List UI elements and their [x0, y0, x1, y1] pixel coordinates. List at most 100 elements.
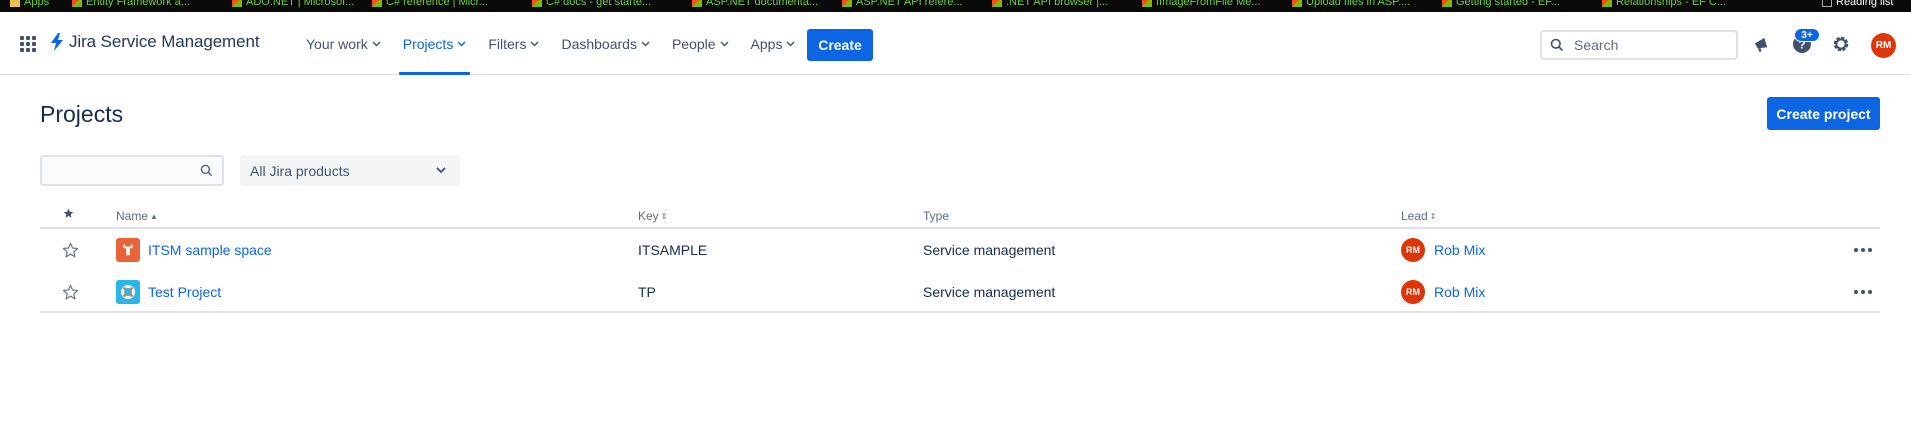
user-avatar[interactable]: RM — [1871, 33, 1896, 58]
projects-table: Name ▲ Key ⇕ Type Lead ⇕ ITSM sample space … — [40, 205, 1880, 313]
lead-link[interactable]: Rob Mix — [1434, 284, 1485, 300]
primary-nav: Your work Projects Filters Dashboards Pe… — [302, 12, 813, 75]
lead-link[interactable]: Rob Mix — [1434, 242, 1485, 258]
nav-apps[interactable]: Apps — [747, 12, 800, 75]
wrench-icon — [116, 238, 140, 262]
nav-people[interactable]: People — [668, 12, 733, 75]
nav-filters[interactable]: Filters — [484, 12, 543, 75]
bookmark-item[interactable]: C# reference | Micr... — [372, 0, 488, 9]
settings-button[interactable] — [1829, 32, 1853, 56]
search-icon — [1550, 38, 1564, 52]
chevron-down-icon — [786, 41, 795, 46]
chevron-down-icon — [641, 41, 650, 46]
bookmark-item[interactable]: ADO.NET | Microsof... — [232, 0, 354, 9]
star-filled-icon — [63, 208, 74, 218]
product-name: Jira Service Management — [69, 32, 260, 51]
star-button[interactable] — [62, 271, 79, 313]
microsoft-icon — [1602, 0, 1612, 7]
star-outline-icon — [62, 242, 79, 257]
gear-icon — [1833, 36, 1849, 52]
bookmark-item[interactable]: ASP.NET API refere... — [842, 0, 963, 9]
project-type: Service management — [923, 242, 1056, 258]
page-title: Projects — [40, 101, 124, 127]
microsoft-icon — [692, 0, 702, 7]
bookmark-item[interactable]: C# docs - get starte... — [532, 0, 651, 9]
chevron-down-icon — [720, 41, 729, 46]
bookmark-item[interactable]: IImageFromFile Me... — [1142, 0, 1261, 9]
more-horizontal-icon — [1850, 286, 1876, 298]
bookmarks-bar: Apps Entity Framework a... ADO.NET | Mic… — [0, 0, 1911, 12]
product-logo[interactable]: Jira Service Management — [50, 32, 260, 52]
notification-badge: 3+ — [1794, 28, 1820, 42]
product-filter-value: All Jira products — [250, 162, 350, 179]
app-switcher-icon[interactable] — [20, 36, 36, 52]
microsoft-icon — [842, 0, 852, 7]
avatar[interactable]: RM — [1401, 280, 1425, 304]
jira-bolt-icon — [51, 33, 63, 51]
project-name-cell: ITSM sample space — [116, 229, 272, 271]
microsoft-icon — [1142, 0, 1152, 7]
sort-icon: ⇕ — [660, 211, 668, 221]
chevron-down-icon — [436, 167, 446, 174]
chevron-down-icon — [530, 41, 539, 46]
megaphone-icon — [1754, 37, 1767, 52]
chevron-down-icon — [372, 41, 381, 46]
nav-dashboards[interactable]: Dashboards — [557, 12, 654, 75]
microsoft-icon — [232, 0, 242, 7]
project-search-input[interactable] — [42, 162, 192, 179]
table-row: ITSM sample space ITSAMPLE Service manag… — [40, 229, 1880, 271]
search-input[interactable] — [1574, 37, 1724, 53]
project-name-cell: Test Project — [116, 271, 221, 313]
sort-icon: ⇕ — [1429, 211, 1437, 221]
bookmark-item[interactable]: Getting started - EF... — [1442, 0, 1560, 9]
microsoft-icon — [372, 0, 382, 7]
microsoft-icon — [72, 0, 82, 7]
bookmark-item[interactable]: ASP.NET documenta... — [692, 0, 818, 9]
sort-ascending-icon: ▲ — [150, 211, 158, 221]
bookmark-item[interactable]: Relationships - EF C... — [1602, 0, 1726, 9]
product-filter-select[interactable]: All Jira products — [240, 155, 460, 186]
more-horizontal-icon — [1850, 244, 1876, 256]
star-column-header[interactable] — [63, 208, 74, 219]
microsoft-icon — [1292, 0, 1302, 7]
create-project-button[interactable]: Create project — [1767, 97, 1880, 130]
bookmark-item[interactable]: Entity Framework a... — [72, 0, 190, 9]
column-header-lead[interactable]: Lead ⇕ — [1401, 209, 1436, 223]
reading-list-icon — [1822, 0, 1832, 7]
project-key: ITSAMPLE — [638, 242, 708, 258]
project-key: TP — [638, 284, 656, 300]
column-header-type: Type — [923, 209, 950, 223]
project-type: Service management — [923, 284, 1056, 300]
table-row: Test Project TP Service management RM Ro… — [40, 271, 1880, 313]
notifications-button[interactable] — [1749, 32, 1773, 56]
avatar[interactable]: RM — [1401, 238, 1425, 262]
search-box[interactable] — [1540, 30, 1738, 60]
top-navigation: Jira Service Management Your work Projec… — [0, 12, 1911, 75]
create-button[interactable]: Create — [807, 29, 873, 61]
search-icon — [200, 164, 213, 177]
project-lead: RM Rob Mix — [1401, 271, 1485, 313]
more-actions-button[interactable] — [1850, 229, 1876, 271]
project-link[interactable]: Test Project — [148, 284, 221, 300]
microsoft-icon — [532, 0, 542, 7]
more-actions-button[interactable] — [1850, 271, 1876, 313]
column-header-name[interactable]: Name ▲ — [116, 209, 158, 223]
nav-your-work[interactable]: Your work — [302, 12, 385, 75]
project-link[interactable]: ITSM sample space — [148, 242, 272, 258]
star-button[interactable] — [62, 229, 79, 271]
apps-grid-icon — [10, 0, 20, 7]
bookmark-reading-list[interactable]: Reading list — [1822, 0, 1893, 9]
chevron-down-icon — [457, 41, 466, 46]
project-search-field[interactable] — [40, 155, 224, 186]
bookmark-apps[interactable]: Apps — [10, 0, 49, 9]
lifebuoy-icon — [116, 280, 140, 304]
microsoft-icon — [1442, 0, 1452, 7]
bookmark-item[interactable]: Upload files in ASP.... — [1292, 0, 1410, 9]
microsoft-icon — [992, 0, 1002, 7]
nav-projects[interactable]: Projects — [398, 12, 471, 75]
column-header-key[interactable]: Key ⇕ — [638, 209, 667, 223]
star-outline-icon — [62, 284, 79, 299]
project-lead: RM Rob Mix — [1401, 229, 1485, 271]
bookmark-item[interactable]: .NET API browser |... — [992, 0, 1108, 9]
table-header: Name ▲ Key ⇕ Type Lead ⇕ — [40, 205, 1880, 229]
